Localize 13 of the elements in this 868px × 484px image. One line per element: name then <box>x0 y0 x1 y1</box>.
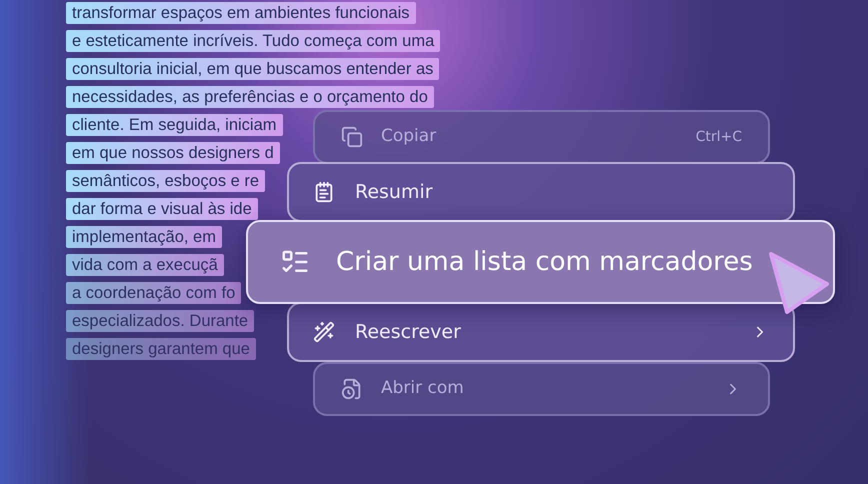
menu-item-label: Criar uma lista com marcadores <box>336 246 753 278</box>
menu-item-label: Abrir com <box>381 377 464 400</box>
menu-item-label: Reescrever <box>355 320 461 345</box>
wand-sparkle-icon <box>313 321 335 343</box>
menu-item[interactable]: Copiar Ctrl+C <box>313 110 770 164</box>
copy-icon <box>341 126 363 148</box>
shortcut-text: Ctrl+C <box>696 128 742 146</box>
menu-item-label: Resumir <box>355 180 433 205</box>
menu-item-label: Copiar <box>381 125 436 148</box>
menu-item[interactable]: Reescrever <box>287 302 795 362</box>
menu-item[interactable]: Abrir com <box>313 362 770 416</box>
menu-item[interactable]: Resumir <box>287 162 795 222</box>
file-clock-icon <box>341 378 363 400</box>
